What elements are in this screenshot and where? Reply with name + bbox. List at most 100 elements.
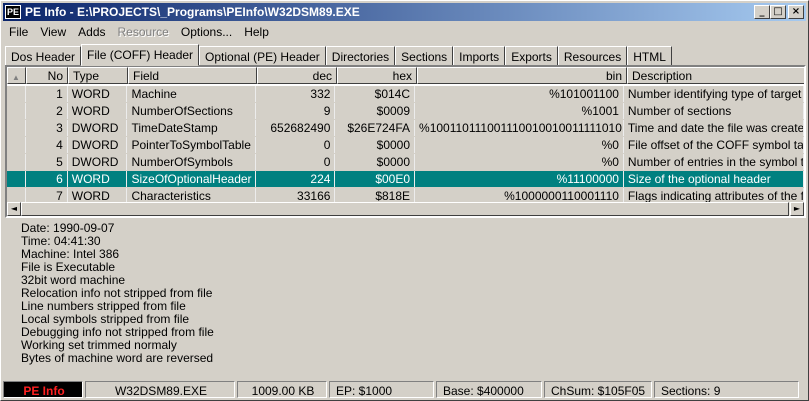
cell-hex: $0000 [335, 154, 416, 171]
cell-dec: 332 [255, 86, 336, 103]
info-line: Bytes of machine word are reversed [21, 351, 214, 365]
window-title: PE Info - E:\PROJECTS\_Programs\PEInfo\W… [25, 5, 360, 19]
column-header-no[interactable]: No [26, 67, 68, 84]
row-gutter [7, 154, 26, 171]
status-image-base: Base: $400000 [436, 381, 542, 398]
cell-type: DWORD [67, 120, 128, 137]
cell-field: TimeDateStamp [127, 120, 256, 137]
table-row[interactable]: 4 DWORD PointerToSymbolTable 0 $0000 %0 File o… [7, 137, 804, 154]
cell-field: NumberOfSymbols [127, 154, 256, 171]
cell-hex: $0009 [335, 103, 416, 120]
menu-bar: File View Adds Resource Options... Help [3, 23, 275, 41]
row-gutter [7, 103, 26, 120]
tab-resources[interactable]: Resources [557, 46, 628, 66]
cell-bin: %101001100 [415, 86, 624, 103]
tab-dos-header[interactable]: Dos Header [5, 46, 82, 66]
cell-type: WORD [67, 103, 128, 120]
cell-dec: 9 [255, 103, 336, 120]
tab-strip: Dos Header File (COFF) Header Optional (… [5, 44, 672, 66]
title-bar[interactable]: PE PE Info - E:\PROJECTS\_Programs\PEInf… [3, 3, 806, 21]
header-fields-table[interactable]: ▲ No Type Field dec hex bin Description … [5, 65, 806, 218]
status-entry-point: EP: $1000 [329, 381, 434, 398]
cell-bin: %11100000 [415, 171, 624, 188]
cell-no: 3 [25, 120, 68, 137]
column-header-bin[interactable]: bin [417, 67, 627, 84]
app-icon[interactable]: PE [5, 5, 21, 19]
cell-desc: Number of sections [623, 103, 804, 120]
cell-field: NumberOfSections [127, 103, 256, 120]
status-filesize: 1009.00 KB [237, 381, 327, 398]
scroll-left-icon[interactable]: ◄ [7, 202, 21, 216]
sort-icon[interactable]: ▲ [7, 67, 26, 84]
table-row[interactable]: 3 DWORD TimeDateStamp 652682490 $26E724FA %10… [7, 120, 804, 137]
tab-directories[interactable]: Directories [325, 46, 396, 66]
menu-resource: Resource [117, 25, 169, 39]
cell-desc: Number of entries in the symbol table [623, 154, 804, 171]
table-row[interactable]: 1 WORD Machine 332 $014C %101001100 Number ide… [7, 86, 804, 103]
column-header-description[interactable]: Description [627, 67, 804, 84]
status-filename: W32DSM89.EXE [85, 381, 235, 398]
row-gutter [7, 171, 26, 188]
menu-file[interactable]: File [3, 23, 34, 41]
cell-desc: Number identifying type of target mac [623, 86, 804, 103]
table-row[interactable]: 2 WORD NumberOfSections 9 $0009 %1001 Number o… [7, 103, 804, 120]
maximize-button[interactable]: □ [770, 5, 786, 19]
menu-adds[interactable]: Adds [72, 23, 111, 41]
cell-field: Machine [127, 86, 256, 103]
cell-dec: 224 [255, 171, 336, 188]
cell-no: 1 [25, 86, 68, 103]
table-header: ▲ No Type Field dec hex bin Description [7, 67, 804, 84]
cell-bin: %0 [415, 137, 624, 154]
cell-hex: $014C [335, 86, 416, 103]
cell-bin: %100110111001110010010011111010 [415, 120, 624, 137]
table-row[interactable]: 6 WORD SizeOfOptionalHeader 224 $00E0 %111000… [7, 171, 804, 188]
table-row[interactable]: 5 DWORD NumberOfSymbols 0 $0000 %0 Number of e… [7, 154, 804, 171]
table-body: 1 WORD Machine 332 $014C %101001100 Number ide… [7, 86, 804, 205]
tab-optional-pe-header[interactable]: Optional (PE) Header [199, 46, 326, 66]
cell-no: 6 [25, 171, 68, 188]
tab-exports[interactable]: Exports [505, 46, 558, 66]
cell-no: 4 [25, 137, 68, 154]
scroll-right-icon[interactable]: ► [790, 202, 804, 216]
horizontal-scrollbar[interactable]: ◄ ► [7, 202, 804, 216]
cell-bin: %1001 [415, 103, 624, 120]
column-header-field[interactable]: Field [128, 67, 257, 84]
tab-html[interactable]: HTML [627, 46, 672, 66]
cell-hex: $26E724FA [335, 120, 416, 137]
cell-dec: 0 [255, 137, 336, 154]
cell-bin: %0 [415, 154, 624, 171]
cell-hex: $00E0 [335, 171, 416, 188]
status-bar: PE Info W32DSM89.EXE 1009.00 KB EP: $100… [3, 381, 799, 399]
status-brand: PE Info [3, 381, 83, 398]
header-info-panel: Date: 1990-09-07 Time: 04:41:30 Machine: I… [21, 222, 214, 365]
cell-type: DWORD [67, 154, 128, 171]
title-buttons: _ □ × [754, 5, 804, 19]
status-checksum: ChSum: $105F05 [544, 381, 652, 398]
row-gutter [7, 120, 26, 137]
column-header-hex[interactable]: hex [337, 67, 417, 84]
cell-type: WORD [67, 171, 128, 188]
cell-type: DWORD [67, 137, 128, 154]
menu-help[interactable]: Help [238, 23, 275, 41]
menu-view[interactable]: View [34, 23, 72, 41]
close-button[interactable]: × [788, 5, 804, 19]
column-header-dec[interactable]: dec [257, 67, 337, 84]
row-gutter [7, 137, 26, 154]
tab-sections[interactable]: Sections [395, 46, 454, 66]
scroll-thumb[interactable] [21, 202, 789, 216]
column-header-type[interactable]: Type [68, 67, 128, 84]
cell-hex: $0000 [335, 137, 416, 154]
tab-file-coff-header[interactable]: File (COFF) Header [81, 44, 200, 66]
cell-no: 2 [25, 103, 68, 120]
cell-type: WORD [67, 86, 128, 103]
cell-no: 5 [25, 154, 68, 171]
cell-dec: 0 [255, 154, 336, 171]
cell-desc: Size of the optional header [623, 171, 804, 188]
menu-options[interactable]: Options... [175, 23, 238, 41]
cell-dec: 652682490 [255, 120, 336, 137]
tab-imports[interactable]: Imports [453, 46, 506, 66]
main-window: PE PE Info - E:\PROJECTS\_Programs\PEInf… [0, 0, 809, 401]
cell-field: SizeOfOptionalHeader [127, 171, 256, 188]
minimize-button[interactable]: _ [754, 5, 770, 19]
row-gutter [7, 86, 26, 103]
